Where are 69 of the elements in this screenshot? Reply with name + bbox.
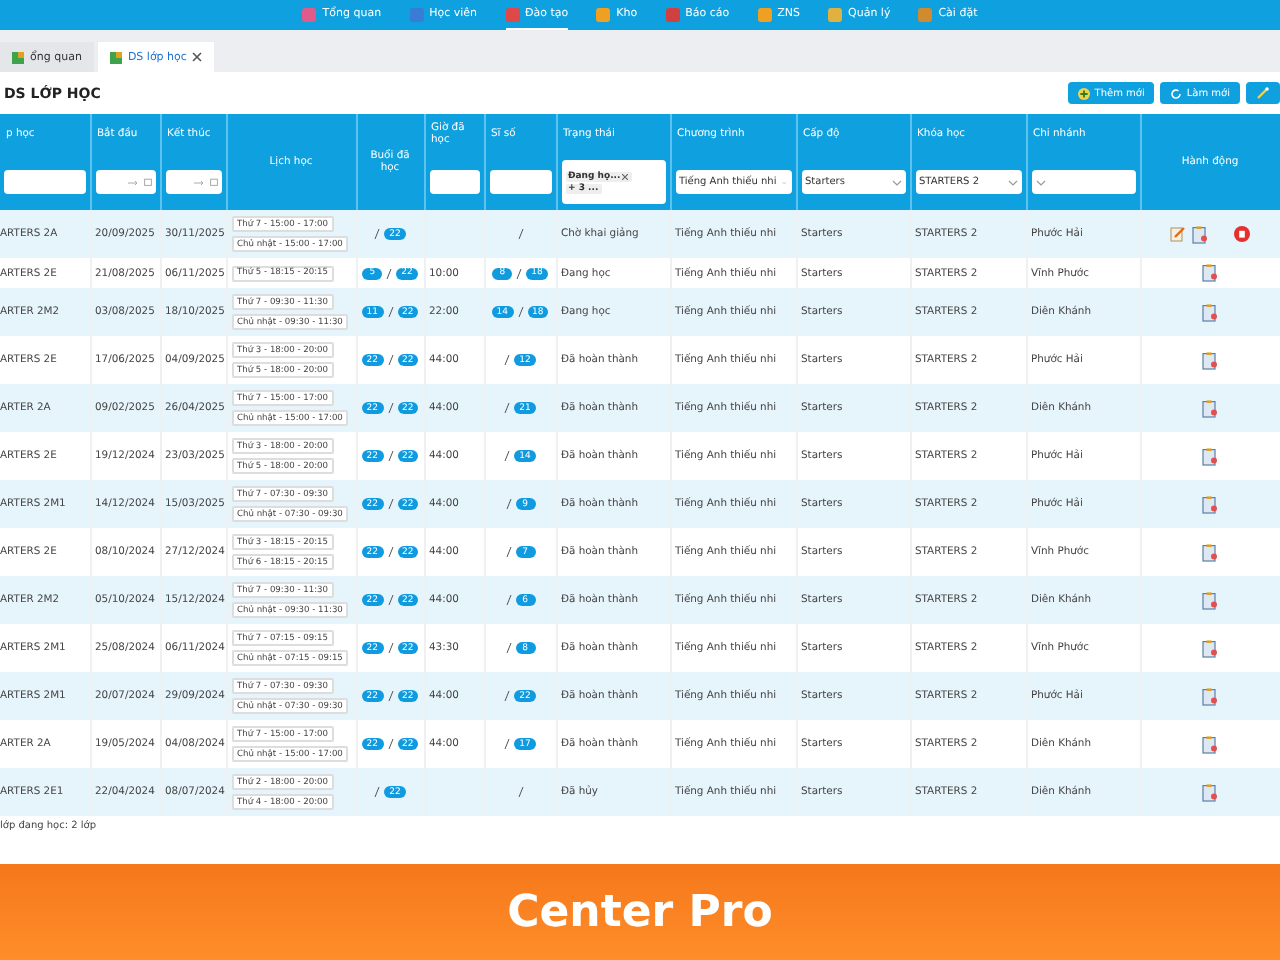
banner-title: Center Pro bbox=[507, 887, 773, 937]
slash-icon bbox=[504, 354, 511, 366]
arrow-icon bbox=[127, 179, 137, 185]
slash-icon bbox=[387, 690, 393, 702]
slash-icon bbox=[386, 267, 393, 279]
square-icon bbox=[665, 7, 680, 21]
document-icon[interactable] bbox=[1202, 447, 1218, 465]
slash-icon bbox=[517, 786, 523, 798]
slash-icon bbox=[505, 642, 511, 654]
document-icon[interactable] bbox=[1202, 687, 1218, 705]
slash-icon bbox=[504, 402, 511, 414]
chevron-icon bbox=[1007, 179, 1017, 185]
square-icon bbox=[505, 7, 519, 21]
slash-icon bbox=[387, 546, 393, 558]
slash-icon bbox=[516, 267, 523, 279]
document-icon[interactable] bbox=[1202, 783, 1218, 801]
square-icon bbox=[918, 7, 933, 21]
document-icon[interactable] bbox=[1192, 225, 1208, 243]
document-icon[interactable] bbox=[1202, 735, 1218, 753]
slash-icon bbox=[387, 594, 393, 606]
slash-icon bbox=[505, 498, 511, 510]
slash-icon bbox=[504, 690, 511, 702]
square-icon bbox=[409, 7, 424, 21]
square-icon bbox=[596, 7, 611, 21]
pencil-icon[interactable] bbox=[1170, 226, 1186, 242]
wand-button[interactable] bbox=[1246, 82, 1280, 104]
wand-icon bbox=[1256, 86, 1270, 100]
document-icon[interactable] bbox=[1202, 399, 1218, 417]
document-icon[interactable] bbox=[1202, 543, 1218, 561]
filter-field[interactable] bbox=[4, 170, 85, 194]
grid-icon bbox=[12, 51, 24, 63]
square-icon bbox=[757, 7, 772, 21]
slash-icon bbox=[505, 594, 511, 606]
slash-icon bbox=[387, 642, 393, 654]
slash-icon bbox=[387, 354, 393, 366]
slash-icon bbox=[387, 402, 393, 414]
close-icon[interactable] bbox=[622, 173, 629, 179]
slash-icon bbox=[387, 450, 393, 462]
slash-icon bbox=[517, 228, 523, 240]
calendar-icon bbox=[209, 178, 217, 186]
document-icon[interactable] bbox=[1202, 495, 1218, 513]
slash-icon bbox=[374, 228, 381, 240]
date-range-field[interactable] bbox=[95, 170, 155, 194]
chevron-icon bbox=[891, 179, 901, 185]
square-icon bbox=[828, 7, 843, 21]
square-icon bbox=[302, 7, 317, 21]
plus-icon bbox=[1078, 87, 1091, 99]
calendar-icon bbox=[143, 178, 151, 186]
date-range-field[interactable] bbox=[165, 170, 221, 194]
chevron-icon bbox=[1035, 179, 1045, 185]
document-icon[interactable] bbox=[1202, 591, 1218, 609]
document-icon[interactable] bbox=[1202, 351, 1218, 369]
filter-field[interactable] bbox=[489, 170, 551, 194]
slash-icon bbox=[504, 738, 511, 750]
document-icon[interactable] bbox=[1202, 303, 1218, 321]
slash-icon bbox=[504, 450, 511, 462]
slash-icon bbox=[387, 498, 393, 510]
slash-icon bbox=[374, 786, 381, 798]
filter-field[interactable] bbox=[429, 170, 479, 194]
close-icon[interactable] bbox=[192, 52, 203, 62]
grid-icon bbox=[109, 51, 122, 63]
slash-icon bbox=[505, 546, 511, 558]
document-icon[interactable] bbox=[1202, 264, 1218, 282]
slash-icon bbox=[517, 306, 523, 318]
arrow-icon bbox=[193, 179, 203, 185]
slash-icon bbox=[387, 306, 393, 318]
slash-icon bbox=[387, 738, 393, 750]
document-icon[interactable] bbox=[1202, 639, 1218, 657]
refresh-icon bbox=[1170, 87, 1183, 99]
